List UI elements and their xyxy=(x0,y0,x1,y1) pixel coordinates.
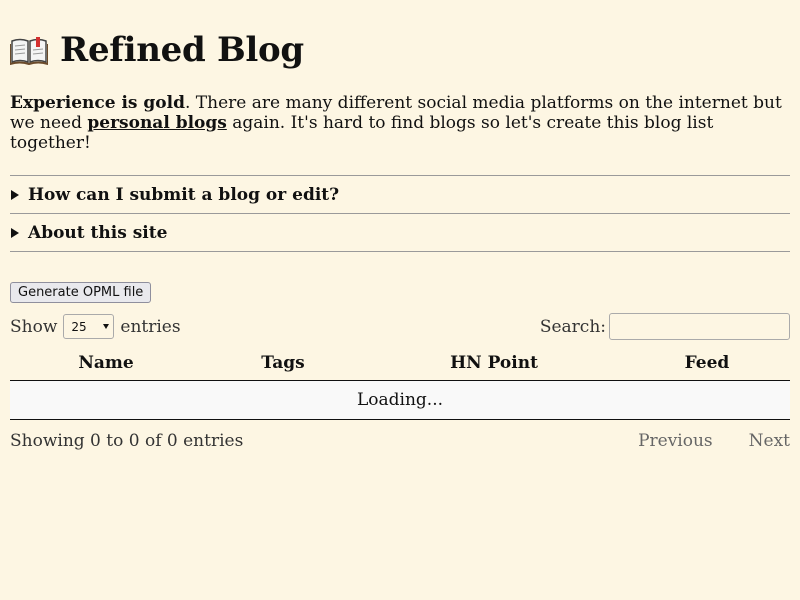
search-control: Search: xyxy=(540,313,790,340)
details-submit-blog[interactable]: How can I submit a blog or edit? xyxy=(10,175,790,213)
entries-per-page-select[interactable]: 25 xyxy=(63,314,115,339)
header: Refined Blog xyxy=(9,0,790,100)
column-header-name[interactable]: Name xyxy=(10,346,202,381)
intro-bold-lead: Experience is gold xyxy=(10,93,185,113)
details-about-site[interactable]: About this site xyxy=(10,213,790,252)
generate-opml-button[interactable]: Generate OPML file xyxy=(10,282,152,303)
previous-button[interactable]: Previous xyxy=(638,431,713,451)
search-label: Search: xyxy=(539,316,606,337)
table-controls: Show 25 entries Search: xyxy=(10,313,790,340)
search-input[interactable] xyxy=(609,313,790,340)
next-button[interactable]: Next xyxy=(749,431,790,451)
entries-label: entries xyxy=(120,316,181,337)
disclosure-triangle-icon xyxy=(11,189,19,200)
page-title: Refined Blog xyxy=(60,30,304,70)
blog-table: Name Tags HN Point Feed Loading... xyxy=(10,346,790,420)
open-book-icon xyxy=(9,35,49,66)
pagination: Previous Next xyxy=(602,431,790,451)
details-summary-label: About this site xyxy=(28,222,168,243)
details-summary-label: How can I submit a blog or edit? xyxy=(28,184,340,205)
column-header-hn-point[interactable]: HN Point xyxy=(364,346,624,381)
column-header-feed[interactable]: Feed xyxy=(624,346,790,381)
column-header-tags[interactable]: Tags xyxy=(202,346,364,381)
page: Refined Blog Experience is gold. There a… xyxy=(9,0,790,451)
table-info: Showing 0 to 0 of 0 entries xyxy=(10,431,244,451)
length-control: Show 25 entries xyxy=(10,314,181,339)
table-header-row: Name Tags HN Point Feed xyxy=(10,346,790,381)
intro-paragraph: Experience is gold. There are many diffe… xyxy=(10,93,790,153)
table-footer: Showing 0 to 0 of 0 entries Previous Nex… xyxy=(10,431,790,451)
show-label: Show xyxy=(10,316,58,337)
disclosure-triangle-icon xyxy=(11,227,19,238)
chevron-down-icon xyxy=(103,324,110,329)
loading-message: Loading... xyxy=(10,380,790,420)
table-row: Loading... xyxy=(10,380,790,420)
entries-per-page-value: 25 xyxy=(71,319,87,334)
personal-blogs-link[interactable]: personal blogs xyxy=(87,113,226,133)
